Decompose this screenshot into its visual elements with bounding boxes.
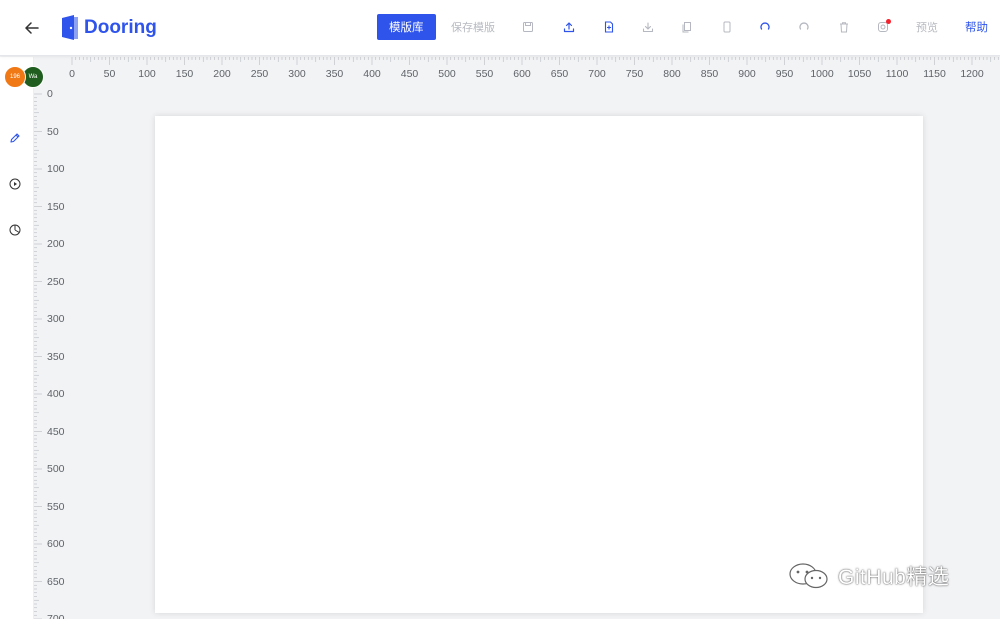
ruler-tick-label: 350 <box>47 350 65 363</box>
add-file-icon[interactable] <box>602 14 616 40</box>
ruler-tick-label: 300 <box>47 313 65 325</box>
ruler-tick-label: 250 <box>47 275 65 288</box>
ruler-tick-label: 450 <box>400 68 419 80</box>
ruler-tick-label: 550 <box>47 500 65 513</box>
pie-chart-icon[interactable] <box>6 221 24 239</box>
back-arrow-icon[interactable] <box>20 16 44 40</box>
ruler-tick-label: 1000 <box>810 68 834 80</box>
ruler-tick-label: 50 <box>103 68 116 80</box>
logo-door-icon <box>62 15 78 40</box>
ruler-tick-label: 1200 <box>960 68 984 80</box>
design-canvas[interactable] <box>155 116 923 613</box>
ruler-tick-label: 400 <box>47 388 65 400</box>
ruler-tick-label: 600 <box>513 68 531 80</box>
watermark-text: GitHub精选 <box>838 566 950 589</box>
upload-icon[interactable] <box>562 14 576 40</box>
save-icon[interactable] <box>521 14 535 40</box>
ruler-tick-label: 250 <box>250 68 269 80</box>
ruler-tick-label: 550 <box>475 68 494 80</box>
ruler-tick-label: 150 <box>47 200 65 213</box>
preview-button[interactable]: 预览 <box>916 14 938 40</box>
save-template-button[interactable]: 保存模版 <box>451 14 495 40</box>
ruler-tick-label: 600 <box>47 538 65 550</box>
instagram-icon[interactable] <box>876 14 891 40</box>
ruler-tick-label: 50 <box>47 125 59 138</box>
download-icon[interactable] <box>641 14 655 40</box>
ruler-tick-label: 650 <box>47 575 65 588</box>
wechat-icon <box>789 563 828 589</box>
ruler-tick-label: 700 <box>588 68 606 80</box>
ruler-tick-label: 0 <box>47 88 53 100</box>
avatar[interactable]: 196 <box>4 66 26 88</box>
horizontal-ruler[interactable]: 0 50 100 150 200 250 300 350 400 450 500 550 600 650 7… <box>34 57 1000 87</box>
ruler-tick-label: 300 <box>288 68 306 80</box>
ruler-tick-label: 350 <box>325 68 344 80</box>
ruler-tick-label: 800 <box>663 68 681 80</box>
ruler-tick-label: 200 <box>47 238 65 250</box>
ruler-tick-label: 650 <box>550 68 569 80</box>
play-circle-icon[interactable] <box>6 175 24 193</box>
help-button[interactable]: 帮助 <box>965 14 988 40</box>
ruler-tick-label: 200 <box>213 68 231 80</box>
editor-app: Dooring 模版库 保存模版 预览 帮助 196 Wa 0 50 100 1… <box>0 0 1000 619</box>
copy-icon[interactable] <box>680 14 694 40</box>
notification-dot <box>886 19 891 24</box>
ruler-tick-label: 450 <box>47 425 65 438</box>
vertical-ruler[interactable]: 0 50 100 150 200 250 300 350 400 450 500 550 600 650 7… <box>34 87 74 619</box>
ruler-tick-label: 1100 <box>885 68 909 80</box>
mobile-icon[interactable] <box>720 14 734 40</box>
left-sidebar: 196 Wa <box>0 57 44 619</box>
ruler-tick-label: 850 <box>700 68 719 80</box>
dooring-logo: Dooring <box>60 14 157 42</box>
ruler-tick-label: 500 <box>47 463 65 475</box>
ruler-tick-label: 100 <box>47 163 65 175</box>
ruler-tick-label: 500 <box>438 68 456 80</box>
ruler-tick-label: 1050 <box>847 68 872 80</box>
delete-icon[interactable] <box>837 14 851 40</box>
ruler-tick-label: 150 <box>175 68 194 80</box>
redo-icon[interactable] <box>797 14 811 40</box>
ruler-tick-label: 950 <box>775 68 794 80</box>
ruler-tick-label: 1150 <box>923 68 946 80</box>
ruler-tick-label: 0 <box>69 68 75 80</box>
ruler-tick-label: 700 <box>47 613 65 619</box>
ruler-tick-label: 400 <box>363 68 381 80</box>
undo-icon[interactable] <box>758 14 772 40</box>
edit-pen-icon[interactable] <box>6 129 24 147</box>
ruler-tick-label: 900 <box>738 68 756 80</box>
watermark: GitHub精选 <box>788 561 949 591</box>
logo-text: Dooring <box>84 17 157 38</box>
ruler-tick-label: 100 <box>138 68 156 80</box>
ruler-tick-label: 750 <box>625 68 644 80</box>
top-toolbar: Dooring 模版库 保存模版 预览 帮助 <box>0 0 1000 56</box>
template-library-button[interactable]: 模版库 <box>377 14 436 40</box>
